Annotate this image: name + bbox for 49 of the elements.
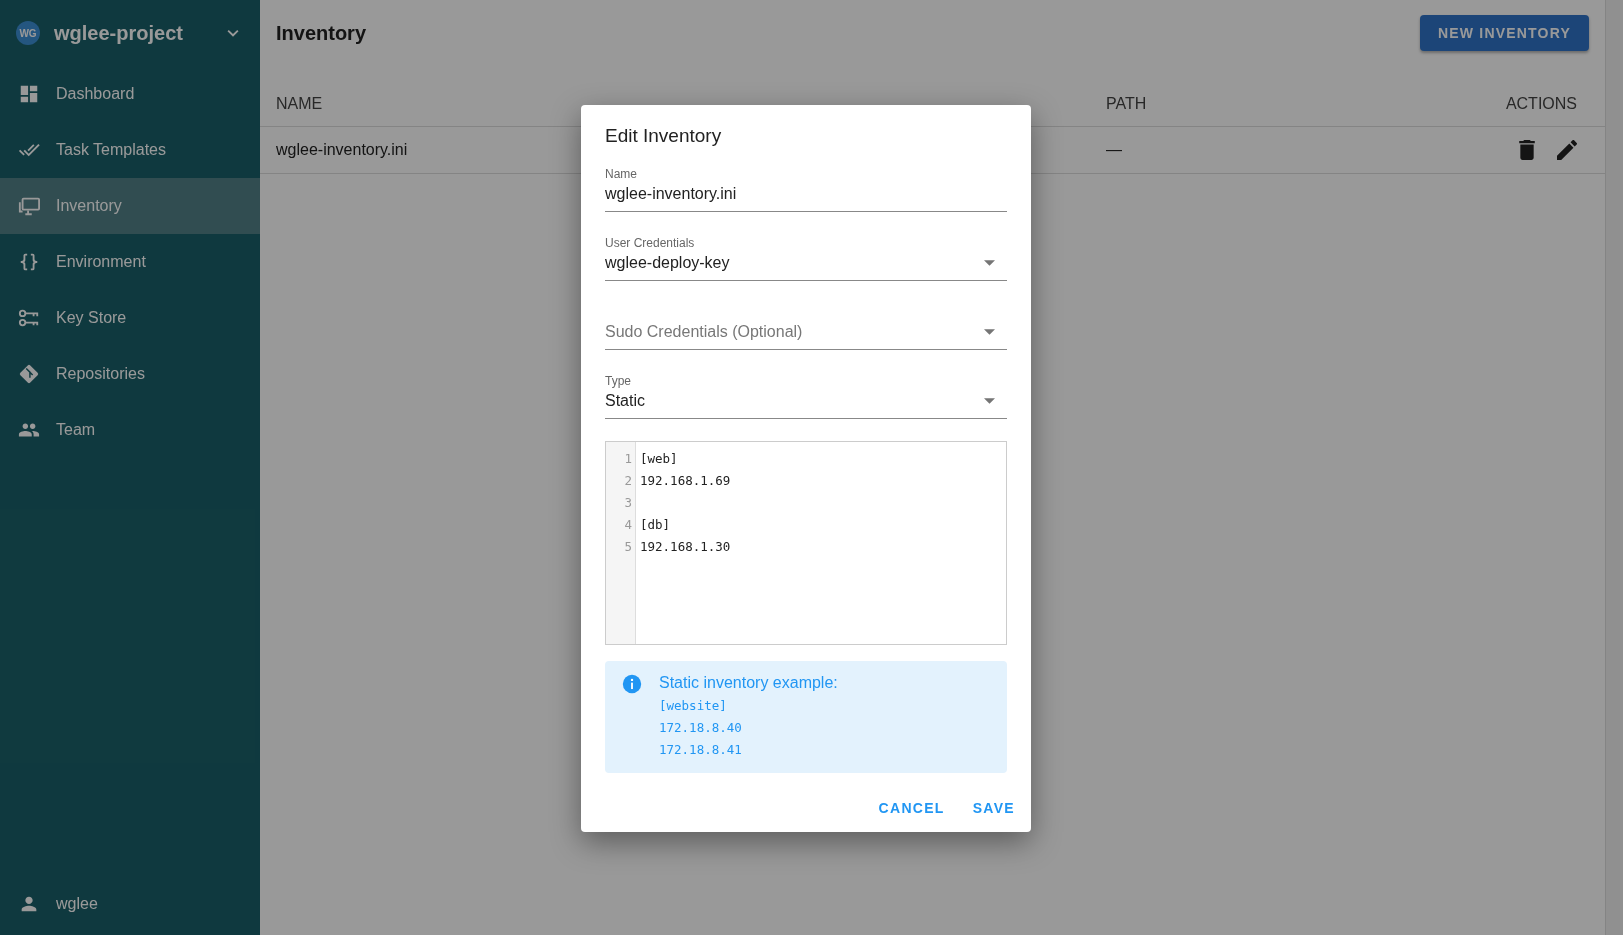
sidebar-item[interactable]: Environment [0,234,260,290]
code-line: [web] [640,450,679,468]
dropdown-arrow-icon [984,398,995,404]
code-line: [db] [640,516,672,534]
monitor-icon [18,195,40,217]
example-line: 172.18.8.41 [659,741,743,759]
edit-icon[interactable] [1557,140,1577,160]
column-header: PATH [1106,95,1148,113]
select-field[interactable]: Type Static [605,366,1007,419]
select-field[interactable]: User Credentials wglee-deploy-key [605,228,1007,281]
table-cell-text: wglee-inventory.ini [276,141,409,159]
project-name[interactable]: wglee-project [54,21,208,45]
line-number: 4 [624,516,632,534]
sidebar-item[interactable]: Dashboard [0,66,260,122]
save-button[interactable]: SAVE [964,792,1023,824]
dashboard-icon [18,83,40,105]
new-inventory-button[interactable]: NEW INVENTORY [1419,15,1589,51]
input-field[interactable]: Name wglee-inventory.ini [605,159,1007,212]
sidebar-item[interactable]: Repositories [0,346,260,402]
line-number: 5 [624,538,632,556]
dialog-title: Edit Inventory [605,125,723,147]
key-icon [18,307,40,329]
dropdown-arrow-icon [984,260,995,266]
user-menu[interactable]: wglee [0,873,260,935]
line-number: 2 [624,472,632,490]
example-line: 172.18.8.40 [659,719,743,737]
select-field[interactable]: Sudo Credentials (Optional) [605,297,1007,350]
project-avatar: WG [16,21,40,45]
column-header: ACTIONS [1505,95,1577,113]
dropdown-arrow-icon [984,329,995,335]
delete-icon[interactable] [1519,140,1535,160]
info-icon [621,673,643,695]
code-line: 192.168.1.30 [640,538,731,556]
git-icon [18,363,40,385]
info-title: Static inventory example: [659,673,838,693]
sidebar-item[interactable]: Team [0,402,260,458]
cancel-button[interactable]: CANCEL [870,792,953,824]
line-number: 1 [624,450,632,468]
sidebar-item[interactable]: Key Store [0,290,260,346]
sidebar-item[interactable]: Task Templates [0,122,260,178]
braces-icon [18,251,40,273]
column-header: NAME [276,95,324,113]
sidebar-item[interactable]: Inventory [0,178,260,234]
page-title: Inventory [276,21,367,45]
table-cell-text: — [1106,141,1123,159]
example-line: [website] [659,697,728,715]
code-editor[interactable]: 1 2 3 4 5 [web] 192.168.1.69 [db] 192.168.1.30 [605,441,1007,645]
code-line: 192.168.1.69 [640,472,731,490]
line-number: 3 [624,494,632,512]
